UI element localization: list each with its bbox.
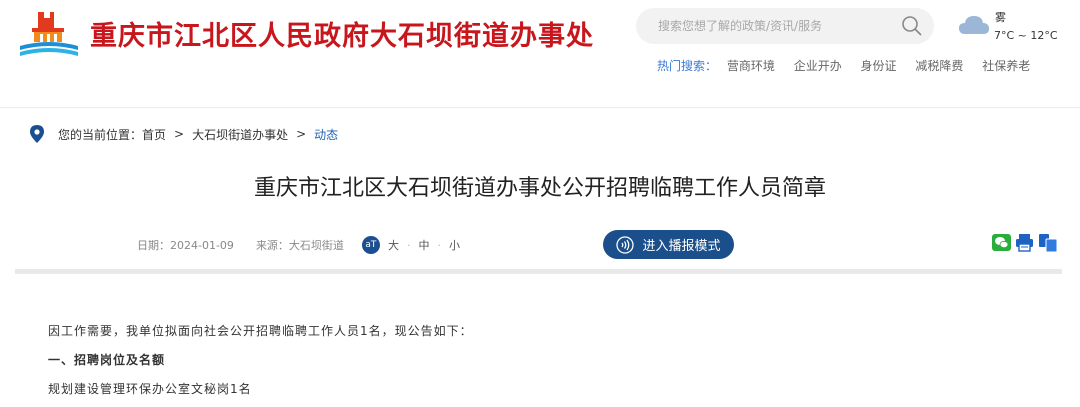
font-size-medium[interactable]: 中 (418, 237, 429, 253)
broadcast-mode-label: 进入播报模式 (642, 239, 721, 254)
hot-search-item[interactable]: 身份证 (861, 59, 897, 73)
hot-search: 热门搜索： 营商环境 企业开办 身份证 减税降费 社保养老 (657, 57, 1045, 74)
hot-search-item[interactable]: 社保养老 (982, 59, 1030, 73)
breadcrumb-separator: > (174, 127, 185, 141)
wechat-icon[interactable] (992, 234, 1011, 251)
divider (15, 269, 1062, 274)
hot-search-item[interactable]: 减税降费 (915, 59, 963, 73)
broadcast-mode-button[interactable]: 进入播报模式 (603, 230, 734, 259)
weather-description: 雾 (995, 11, 1006, 24)
font-size-small[interactable]: 小 (449, 237, 460, 253)
hot-search-item[interactable]: 企业开办 (794, 59, 842, 73)
article-title: 重庆市江北区大石坝街道办事处公开招聘临聘工作人员简章 (253, 176, 826, 201)
font-size-icon: aT (361, 236, 380, 254)
article-paragraph: 因工作需要，我单位拟面向社会公开招聘临聘工作人员1名，现公告如下： (48, 324, 473, 338)
breadcrumb-separator: > (296, 127, 307, 141)
font-size-divider: · (437, 238, 441, 252)
article-paragraph: 规划建设管理环保办公室文秘岗1名 (48, 382, 252, 396)
hot-search-item[interactable]: 营商环境 (727, 59, 775, 73)
search-input[interactable] (636, 8, 886, 44)
article-heading: 一、招聘岗位及名额 (48, 353, 166, 367)
breadcrumb: 您的当前位置： 首页 > 大石坝街道办事处 > 动态 (30, 125, 338, 143)
article-source: 来源：大石坝街道 (255, 239, 344, 252)
location-pin-icon (30, 125, 44, 143)
breadcrumb-current[interactable]: 动态 (314, 126, 338, 143)
breadcrumb-office[interactable]: 大石坝街道办事处 (192, 126, 288, 143)
search-box (636, 8, 934, 44)
font-size-large[interactable]: 大 (388, 237, 399, 253)
print-icon[interactable] (1015, 233, 1034, 252)
breadcrumb-home[interactable]: 首页 (142, 126, 166, 143)
cloud-icon (959, 16, 989, 34)
weather-temperature: 7°C ~ 12°C (994, 29, 1058, 42)
copy-icon[interactable] (1038, 233, 1058, 253)
search-icon[interactable] (900, 14, 924, 38)
hot-search-label: 热门搜索： (657, 59, 718, 73)
site-header: 重庆市江北区人民政府大石坝街道办事处 雾 7°C ~ 12°C 热门搜索： 营商… (0, 0, 1080, 108)
breadcrumb-prefix: 您的当前位置： (58, 127, 143, 142)
broadcast-icon (616, 235, 635, 254)
font-size-divider: · (406, 238, 411, 252)
article-meta: 日期：2024-01-09 来源：大石坝街道 aT 大 · 中 · 小 (137, 236, 468, 254)
article-date: 日期：2024-01-09 (137, 239, 234, 252)
logo-icon (20, 12, 78, 56)
site-title[interactable]: 重庆市江北区人民政府大石坝街道办事处 (90, 14, 594, 53)
